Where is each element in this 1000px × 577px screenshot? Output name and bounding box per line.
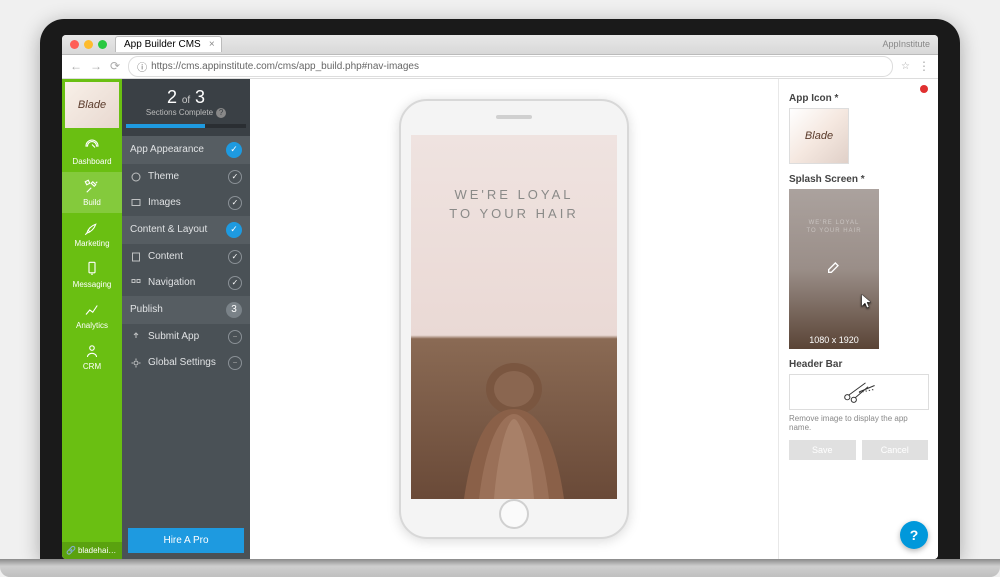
build-nav-panel: 2 of 3 Sections Complete ? App Appearanc…	[122, 79, 250, 559]
record-indicator	[920, 85, 928, 93]
laptop-frame: MacBook App Builder CMS × AppInstitute ←…	[40, 19, 960, 559]
screen: App Builder CMS × AppInstitute ← → ⟳ ⓘ h…	[62, 35, 938, 559]
splash-image	[424, 319, 604, 499]
sidebar-item-crm[interactable]: CRM	[62, 336, 122, 377]
window-minimize[interactable]	[84, 40, 93, 49]
app-logo[interactable]: Blade	[65, 82, 119, 128]
window-zoom[interactable]	[98, 40, 107, 49]
progress-bar	[126, 124, 246, 128]
sidebar-footer[interactable]: 🔗 bladehai…	[62, 542, 122, 559]
palette-icon	[130, 171, 142, 183]
phone-icon	[83, 260, 101, 278]
nav-sub-content[interactable]: Content ✓	[122, 244, 250, 270]
sidebar-item-analytics[interactable]: Analytics	[62, 295, 122, 336]
upload-icon	[130, 331, 142, 343]
url-text: https://cms.appinstitute.com/cms/app_bui…	[151, 61, 419, 72]
gear-icon	[130, 357, 142, 369]
check-icon: ✓	[226, 142, 242, 158]
nav-sub-images[interactable]: Images ✓	[122, 190, 250, 216]
window-close[interactable]	[70, 40, 79, 49]
menu-icon[interactable]: ⋮	[918, 59, 930, 73]
nav-sub-global[interactable]: Global Settings −	[122, 350, 250, 376]
hire-pro-button[interactable]: Hire A Pro	[128, 528, 244, 553]
save-button[interactable]: Save	[789, 440, 856, 460]
header-hint: Remove image to display the app name.	[789, 414, 928, 432]
image-icon	[130, 197, 142, 209]
properties-panel: App Icon * Blade Splash Screen * WE'RE L…	[778, 79, 938, 559]
splash-dimensions: 1080 x 1920	[789, 335, 879, 345]
reload-button[interactable]: ⟳	[110, 59, 120, 73]
laptop-brand: MacBook	[478, 564, 523, 574]
back-button[interactable]: ←	[70, 59, 82, 73]
tools-icon	[83, 178, 101, 196]
check-icon: ✓	[228, 250, 242, 264]
help-button[interactable]: ?	[900, 521, 928, 549]
tab-title: App Builder CMS	[124, 39, 201, 50]
section-app-appearance[interactable]: App Appearance ✓	[122, 136, 250, 164]
count-badge: 3	[226, 302, 242, 318]
app-icon-preview[interactable]: Blade	[789, 108, 849, 164]
browser-brand: AppInstitute	[882, 39, 930, 49]
app-body: Blade Dashboard Build Marketing Messagin…	[62, 79, 938, 559]
splash-screen-label: Splash Screen *	[789, 174, 928, 185]
scissors-comb-icon	[839, 379, 879, 405]
section-content-layout[interactable]: Content & Layout ✓	[122, 216, 250, 244]
pending-icon: −	[228, 356, 242, 370]
check-icon: ✓	[228, 170, 242, 184]
check-icon: ✓	[228, 276, 242, 290]
check-icon: ✓	[226, 222, 242, 238]
url-field[interactable]: ⓘ https://cms.appinstitute.com/cms/app_b…	[128, 56, 893, 77]
header-bar-label: Header Bar	[789, 359, 928, 370]
progress-header: 2 of 3 Sections Complete ?	[122, 79, 250, 136]
secure-icon: ⓘ	[137, 59, 147, 74]
edit-icon[interactable]	[826, 259, 842, 278]
info-icon[interactable]: ?	[216, 108, 226, 118]
tab-close-icon[interactable]: ×	[209, 39, 215, 50]
window-titlebar: App Builder CMS × AppInstitute	[62, 35, 938, 55]
preview-canvas: WE'RE LOYAL TO YOUR HAIR	[250, 79, 778, 559]
main-sidebar: Blade Dashboard Build Marketing Messagin…	[62, 79, 122, 559]
pending-icon: −	[228, 330, 242, 344]
progress-total: 3	[195, 87, 205, 107]
browser-tab[interactable]: App Builder CMS ×	[115, 36, 222, 52]
nav-sub-theme[interactable]: Theme ✓	[122, 164, 250, 190]
sidebar-item-build[interactable]: Build	[62, 172, 122, 213]
splash-screen-preview[interactable]: WE'RE LOYAL TO YOUR HAIR 1080 x 1920	[789, 189, 879, 349]
browser-toolbar: ← → ⟳ ⓘ https://cms.appinstitute.com/cms…	[62, 55, 938, 79]
nav-sub-submit[interactable]: Submit App −	[122, 324, 250, 350]
splash-text: WE'RE LOYAL TO YOUR HAIR	[449, 185, 578, 224]
bookmark-icon[interactable]: ☆	[901, 61, 910, 72]
nav-sub-navigation[interactable]: Navigation ✓	[122, 270, 250, 296]
cursor-icon	[859, 292, 875, 313]
sidebar-item-messaging[interactable]: Messaging	[62, 254, 122, 295]
phone-mockup: WE'RE LOYAL TO YOUR HAIR	[399, 99, 629, 539]
header-bar-preview[interactable]	[789, 374, 929, 410]
section-publish[interactable]: Publish 3	[122, 296, 250, 324]
link-icon: 🔗	[66, 546, 76, 555]
app-icon-label: App Icon *	[789, 93, 928, 104]
rocket-icon	[83, 219, 101, 237]
content-icon	[130, 251, 142, 263]
phone-screen: WE'RE LOYAL TO YOUR HAIR	[411, 135, 617, 499]
help-icon: ?	[910, 527, 919, 543]
gauge-icon	[83, 137, 101, 155]
chart-icon	[83, 301, 101, 319]
forward-button[interactable]: →	[90, 59, 102, 73]
nav-icon	[130, 277, 142, 289]
cancel-button[interactable]: Cancel	[862, 440, 929, 460]
sidebar-item-dashboard[interactable]: Dashboard	[62, 131, 122, 172]
check-icon: ✓	[228, 196, 242, 210]
sidebar-item-marketing[interactable]: Marketing	[62, 213, 122, 254]
progress-current: 2	[167, 87, 177, 107]
user-icon	[83, 342, 101, 360]
